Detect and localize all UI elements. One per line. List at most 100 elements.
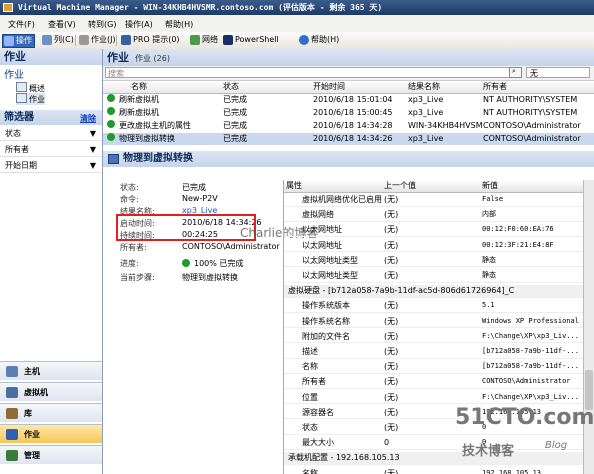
- menu-goto[interactable]: 转到(G): [88, 19, 116, 30]
- search-bar: 搜索 ⌕ 无: [103, 66, 594, 81]
- property-name: 虚拟机网络优化已启用: [302, 195, 382, 204]
- chevron-down-icon: ▼: [89, 161, 96, 170]
- workspace-virtual-machines[interactable]: 虚拟机: [0, 382, 102, 401]
- search-button[interactable]: ⌕: [509, 67, 522, 78]
- menu-bar: 文件(F) 查看(V) 转到(G) 操作(A) 帮助(H): [0, 15, 594, 33]
- workspace-administration[interactable]: 管理: [0, 445, 102, 464]
- property-row[interactable]: 以太网地址 (无) 00:12:F0:60:EA:76: [284, 224, 594, 237]
- workspace-jobs[interactable]: 作业: [0, 424, 102, 443]
- actions-icon: [4, 36, 14, 46]
- p2v-icon: [108, 154, 119, 164]
- property-row[interactable]: 以太网地址 (无) 00:12:3F:21:E4:8F: [284, 240, 594, 253]
- property-old-value: (无): [384, 468, 399, 474]
- property-old-value: (无): [384, 271, 399, 280]
- filter-clear-link[interactable]: 清除: [80, 113, 96, 124]
- actions-button[interactable]: 操作: [2, 34, 35, 48]
- property-new-value: [b712a058-7a9b-11df-...: [482, 347, 579, 355]
- administration-icon: [6, 450, 18, 461]
- property-row[interactable]: 名称 (无) 192.168.105.13: [284, 468, 594, 474]
- label-owner: 所有者:: [120, 243, 147, 252]
- menu-file[interactable]: 文件(F): [8, 19, 35, 30]
- property-row[interactable]: 描述 (无) [b712a058-7a9b-11df-...: [284, 346, 594, 359]
- table-row[interactable]: 刷新虚拟机 已完成 2010/6/18 15:00:45 xp3_Live NT…: [103, 107, 594, 119]
- jobs-button[interactable]: 作业(J): [78, 34, 118, 46]
- property-name: 以太网地址类型: [302, 271, 358, 280]
- chevron-down-icon: ▼: [89, 129, 96, 138]
- property-row[interactable]: 所有者 (无) CONTOSO\Administrator: [284, 376, 594, 389]
- network-button[interactable]: 网络: [189, 34, 220, 46]
- property-old-value: (无): [384, 362, 399, 372]
- property-old-value: (无): [384, 301, 399, 311]
- table-header: 名称 状态 开始时间 结果名称 所有者: [103, 81, 594, 94]
- property-name: 以太网地址类型: [302, 255, 358, 265]
- completed-icon: [107, 120, 115, 128]
- completed-icon: [107, 94, 115, 102]
- property-name: 位置: [302, 392, 318, 402]
- workspace-library[interactable]: 库: [0, 403, 102, 422]
- properties-header: 属性 上一个值 新值: [284, 180, 594, 193]
- columns-button[interactable]: 列(C): [41, 34, 76, 46]
- powershell-icon: [223, 35, 233, 45]
- page-title: 作业: [107, 51, 129, 64]
- property-new-value: [b712a058-7a9b-11df-...: [482, 362, 579, 371]
- tree-item-jobs[interactable]: 作业: [16, 93, 45, 105]
- column-name[interactable]: 名称: [131, 81, 147, 93]
- navigation-header: 作业: [0, 49, 102, 65]
- menu-actions[interactable]: 操作(A): [125, 19, 153, 30]
- table-row[interactable]: 刷新虚拟机 已完成 2010/6/18 15:01:04 xp3_Live NT…: [103, 94, 594, 106]
- app-icon: [3, 3, 13, 12]
- property-new-value: 静态: [482, 271, 496, 279]
- search-input[interactable]: 搜索: [105, 67, 513, 78]
- property-new-value: False: [482, 195, 504, 203]
- value-owner: CONTOSO\Administrator: [182, 242, 280, 251]
- property-group[interactable]: 承载机配置 - 192.168.105.13: [284, 452, 594, 465]
- pro-tips-icon: [121, 35, 131, 45]
- column-start-time[interactable]: 开始时间: [313, 81, 345, 93]
- column-owner[interactable]: 所有者: [483, 81, 507, 93]
- property-name: 以太网地址: [302, 225, 342, 235]
- powershell-button[interactable]: PowerShell: [222, 34, 281, 46]
- property-name: 名称: [302, 468, 318, 474]
- hosts-icon: [6, 366, 18, 377]
- property-row[interactable]: 以太网地址类型 (无) 静态: [284, 270, 594, 283]
- table-row-selected[interactable]: 物理到虚拟转换 已完成 2010/6/18 14:34:26 xp3_Live …: [103, 133, 594, 145]
- property-new-value: Windows XP Professional: [482, 316, 579, 325]
- property-group[interactable]: 虚拟硬盘 - [b712a058-7a9b-11df-ac5d-806d6172…: [284, 285, 594, 298]
- property-row[interactable]: 操作系统名称 (无) Windows XP Professional: [284, 316, 594, 329]
- workspace-hosts[interactable]: 主机: [0, 361, 102, 380]
- property-row[interactable]: 附加的文件名 (无) F:\Change\XP\xp3_Liv...: [284, 331, 594, 344]
- help-button[interactable]: 帮助(H): [298, 34, 341, 46]
- property-old-value: (无): [384, 377, 399, 387]
- table-row[interactable]: 更改虚拟主机的属性 已完成 2010/6/18 14:34:28 WIN-34K…: [103, 120, 594, 132]
- property-row[interactable]: 虚拟网络 (无) 内部: [284, 209, 594, 222]
- jobs-icon: [79, 35, 89, 45]
- pro-tips-button[interactable]: PRO 提示(0): [120, 34, 182, 46]
- property-row[interactable]: 操作系统版本 (无) 5.1: [284, 300, 594, 313]
- filter-owner[interactable]: 所有者 ▼: [0, 142, 102, 157]
- scrollbar-thumb[interactable]: [585, 370, 593, 410]
- column-property[interactable]: 属性: [286, 180, 302, 192]
- column-previous-value[interactable]: 上一个值: [384, 180, 416, 192]
- menu-help[interactable]: 帮助(H): [165, 19, 193, 30]
- value-status: 已完成: [182, 183, 206, 192]
- property-row[interactable]: 以太网地址类型 (无) 静态: [284, 255, 594, 268]
- column-new-value[interactable]: 新值: [482, 180, 498, 192]
- menu-view[interactable]: 查看(V): [48, 19, 76, 30]
- property-name: 最大大小: [302, 438, 334, 448]
- filter-start-date[interactable]: 开始日期 ▼: [0, 158, 102, 173]
- site-logo: 51CTO.com: [455, 405, 594, 430]
- property-row[interactable]: 名称 (无) [b712a058-7a9b-11df-...: [284, 361, 594, 374]
- property-name: 以太网地址: [302, 240, 342, 250]
- property-old-value: (无): [384, 392, 399, 402]
- property-row[interactable]: 虚拟机网络优化已启用 (无) False: [284, 194, 594, 207]
- tree-root[interactable]: 作业: [4, 66, 24, 81]
- property-name: 操作系统名称: [302, 316, 350, 326]
- column-result-name[interactable]: 结果名称: [408, 81, 440, 93]
- property-row[interactable]: 位置 (无) F:\Change\XP\xp3_Liv...: [284, 392, 594, 405]
- value-current-step: 物理到虚拟转换: [182, 273, 238, 282]
- toolbar-separator: [75, 35, 76, 46]
- property-old-value: (无): [384, 255, 399, 265]
- filter-status[interactable]: 状态 ▼: [0, 126, 102, 141]
- column-status[interactable]: 状态: [223, 81, 239, 93]
- owner-filter-input[interactable]: 无: [526, 67, 590, 78]
